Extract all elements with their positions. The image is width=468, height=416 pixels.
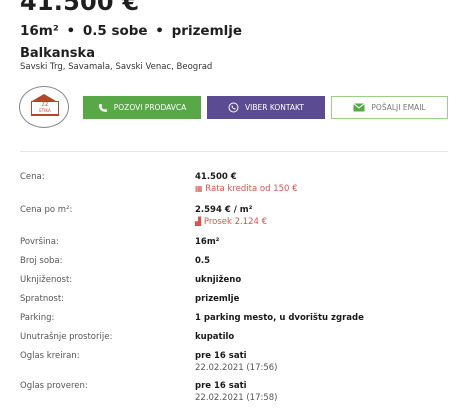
logo-text: ZiZ ETIKA (31, 101, 59, 115)
detail-timestamp: 22.02.2021 (17:58) (195, 393, 278, 403)
location-text: Savski Trg, Savamala, Savski Venac, Beog… (20, 62, 213, 72)
logo-bar (31, 114, 59, 116)
envelope-icon (353, 103, 366, 112)
detail-label: Cena po m²: (20, 205, 73, 215)
detail-label: Oglas kreiran: (20, 351, 80, 361)
send-email-button[interactable]: POŠALJI EMAIL (331, 96, 448, 119)
roof-shape (32, 94, 56, 101)
rooms-text: 0.5 sobe (82, 23, 148, 39)
phone-icon (98, 103, 108, 113)
average-price-link[interactable]: ▟ Prosek 2.124 € (195, 217, 267, 227)
detail-label: Unutrašnje prostorije: (20, 332, 113, 342)
listing-summary: 16m² • 0.5 sobe • prizemlje (20, 23, 242, 39)
section-divider (20, 151, 448, 152)
detail-label: Cena: (20, 172, 45, 182)
viber-contact-label: VIBER KONTAKT (245, 103, 304, 112)
call-seller-label: POZOVI PRODAVCA (113, 103, 187, 112)
call-seller-button[interactable]: POZOVI PRODAVCA (83, 96, 201, 119)
calendar-icon: ▦ (195, 184, 203, 193)
detail-timestamp: 22.02.2021 (17:56) (195, 363, 278, 373)
detail-label: Spratnost: (20, 294, 65, 304)
chart-icon: ▟ (195, 217, 202, 226)
detail-value: 1 parking mesto, u dvorištu zgrade (195, 313, 364, 323)
detail-label: Uknjiženost: (20, 275, 73, 285)
detail-value: 0.5 (195, 256, 211, 266)
detail-label: Oglas proveren: (20, 381, 88, 391)
detail-label: Površina: (20, 237, 59, 247)
viber-contact-button[interactable]: VIBER KONTAKT (207, 96, 325, 119)
viber-icon (228, 102, 239, 113)
agency-logo[interactable]: ZiZ ETIKA (19, 86, 69, 128)
detail-value: 16m² (195, 237, 220, 247)
area-text: 16m² (20, 23, 59, 39)
separator: • (155, 23, 164, 39)
detail-value: uknjiženo (195, 275, 242, 285)
detail-value: kupatilo (195, 332, 235, 342)
detail-value: pre 16 sati (195, 381, 247, 391)
loan-rate-link[interactable]: ▦ Rata kredita od 150 € (195, 184, 298, 194)
detail-label: Broj soba: (20, 256, 63, 266)
send-email-label: POŠALJI EMAIL (371, 103, 426, 112)
detail-value: 41.500 € (195, 172, 237, 182)
detail-value: pre 16 sati (195, 351, 247, 361)
detail-value: prizemlje (195, 294, 240, 304)
separator: • (66, 23, 76, 39)
listing-price: 41.500 € (20, 0, 140, 16)
detail-value: 2.594 € / m² (195, 205, 253, 215)
detail-label: Parking: (20, 313, 55, 323)
street-name: Balkanska (20, 46, 95, 61)
floor-text: prizemlje (171, 23, 243, 39)
